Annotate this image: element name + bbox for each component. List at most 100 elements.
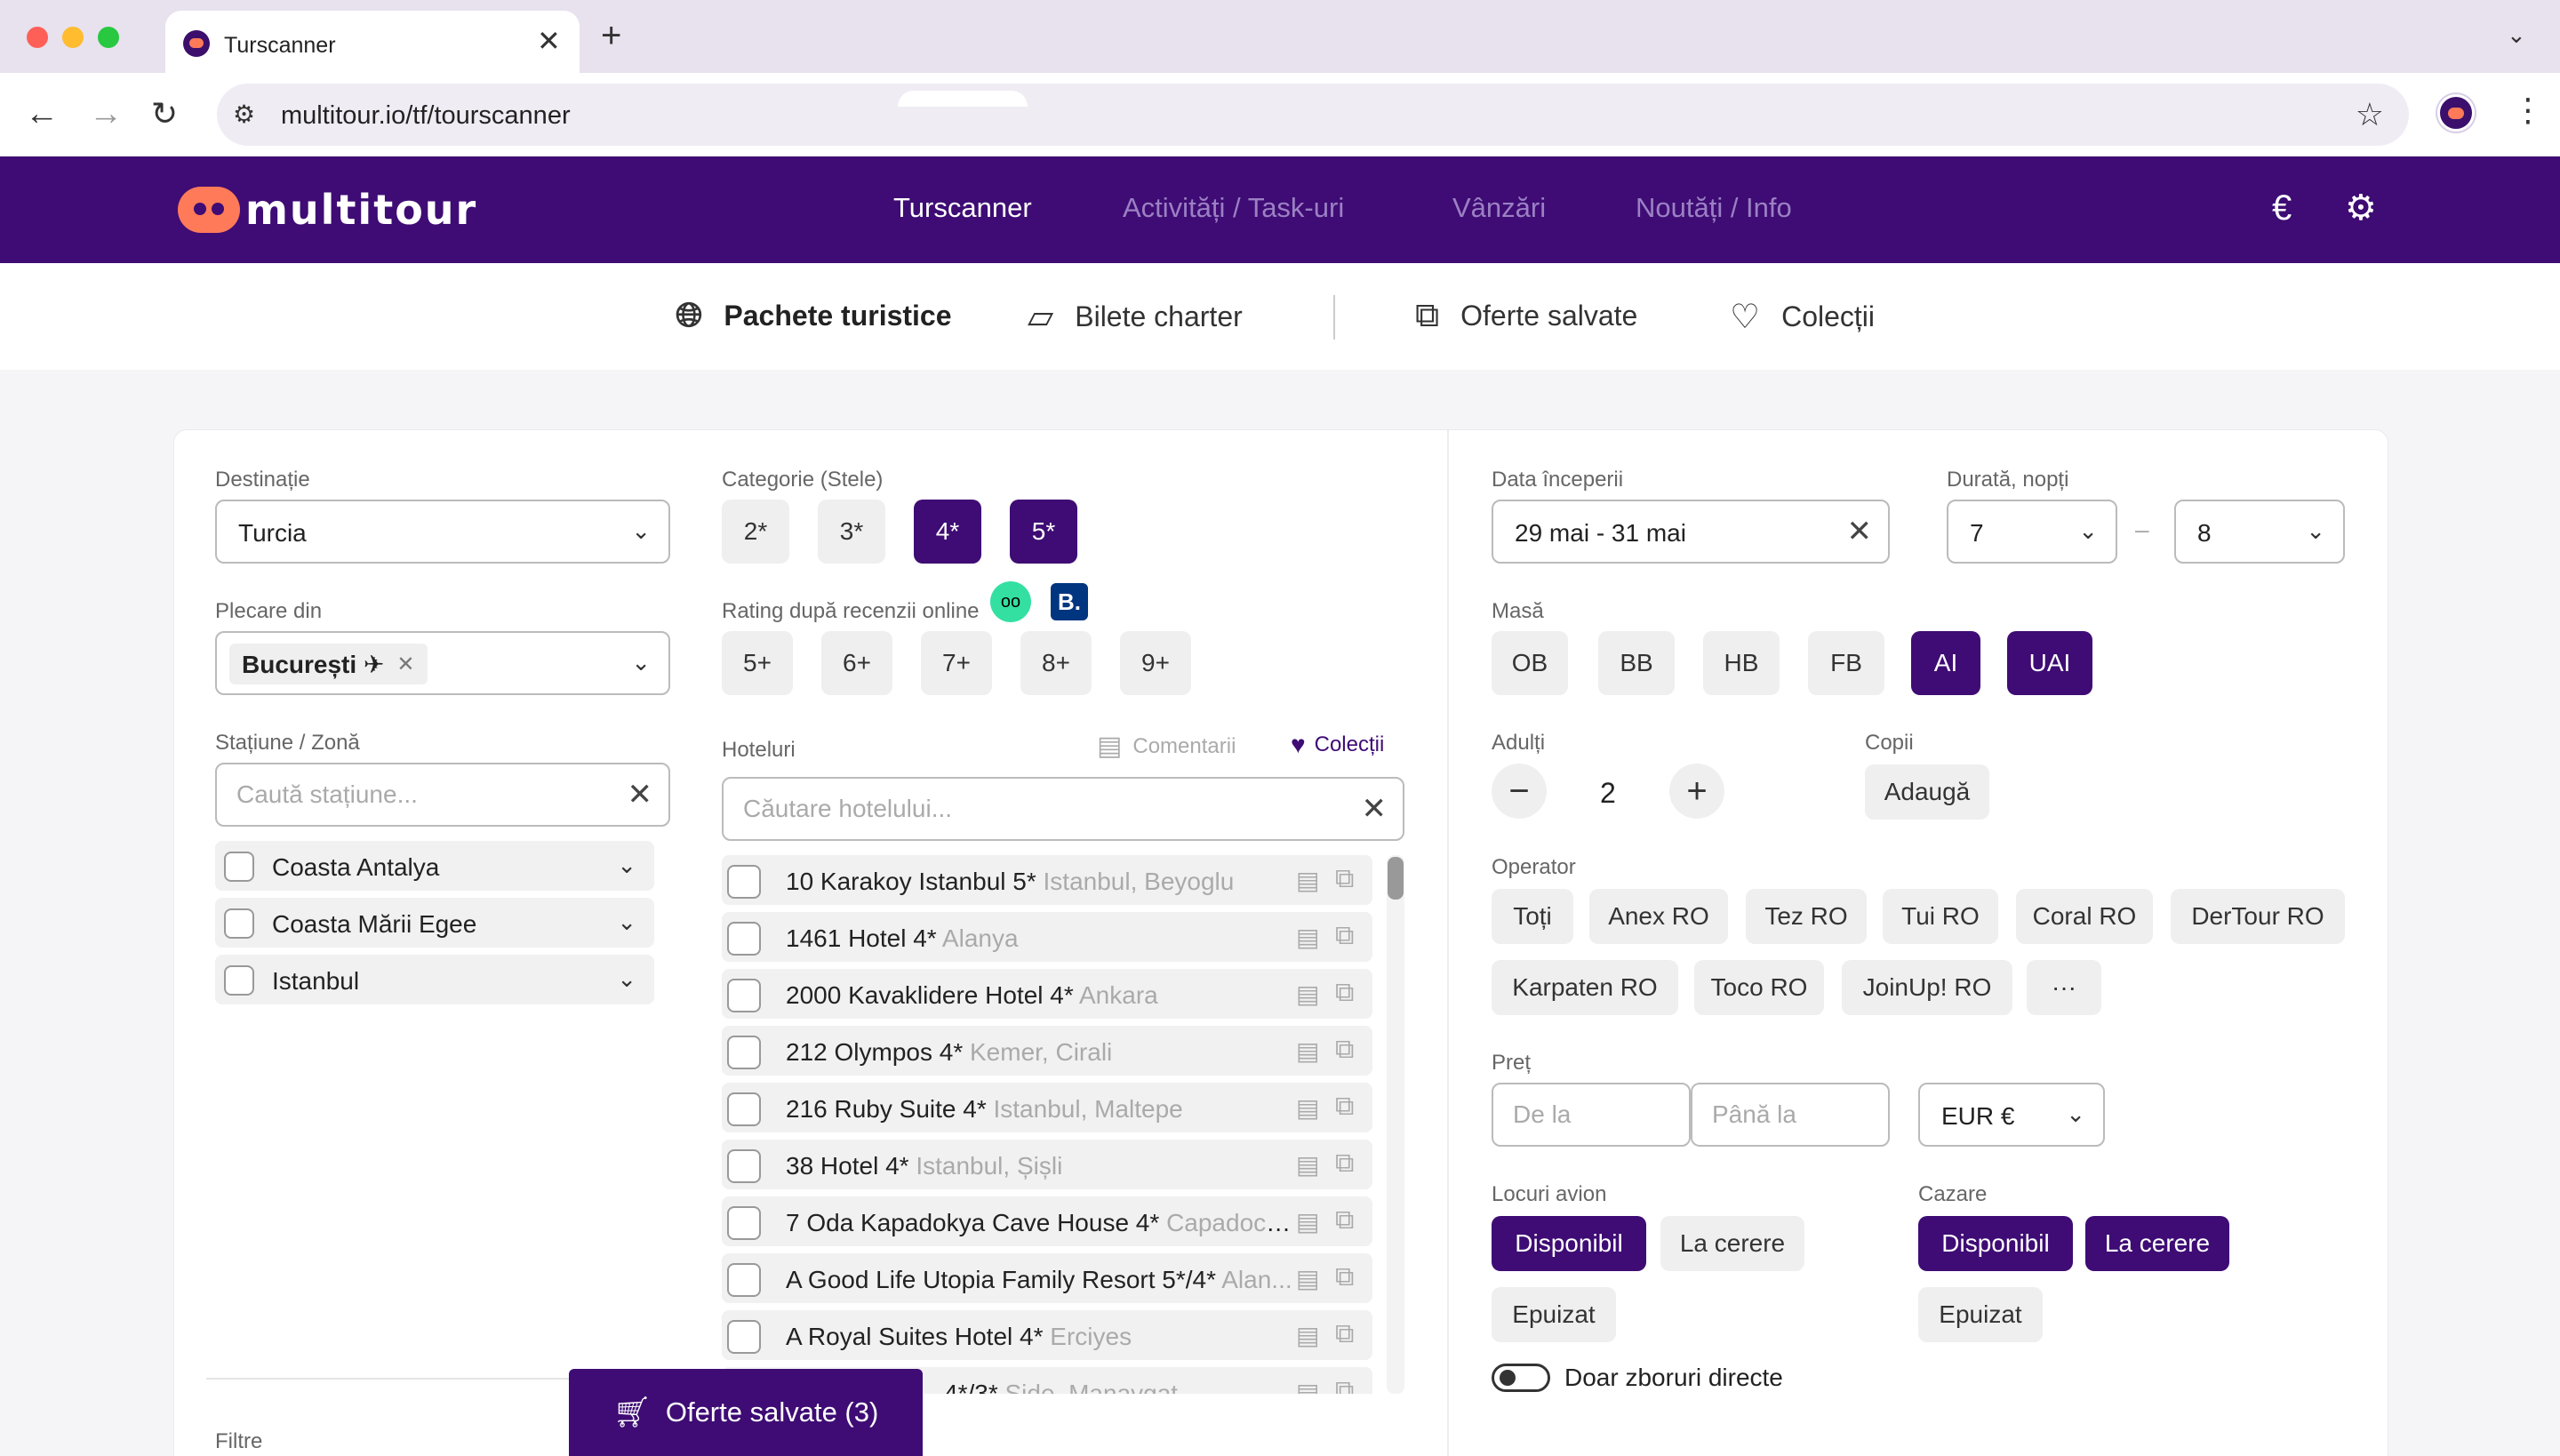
comment-icon[interactable]: ▤ xyxy=(1296,1150,1319,1180)
hotel-checkbox[interactable] xyxy=(727,1149,761,1183)
comment-icon[interactable]: ▤ xyxy=(1296,980,1319,1009)
operator-chip[interactable]: Tui RO xyxy=(1883,889,1998,944)
hotel-checkbox[interactable] xyxy=(727,922,761,956)
new-tab-icon[interactable]: + xyxy=(601,16,621,55)
meal-chip-hb[interactable]: HB xyxy=(1703,631,1780,695)
operator-chip[interactable]: Toco RO xyxy=(1694,960,1824,1015)
nav-activities[interactable]: Activități / Task-uri xyxy=(1123,192,1344,224)
zone-checkbox[interactable] xyxy=(224,965,254,996)
currency-select[interactable]: EUR € ⌄ xyxy=(1918,1083,2105,1147)
tab-charter[interactable]: ▱ Bilete charter xyxy=(1028,297,1243,337)
zone-search-field[interactable]: ✕ xyxy=(215,763,670,827)
hotel-row[interactable]: 38 Hotel 4* Istanbul, Șișli ▤ ⧉ xyxy=(722,1140,1372,1189)
departure-select[interactable]: București ✈ ✕ ⌄ xyxy=(215,631,670,695)
hotel-checkbox[interactable] xyxy=(727,1092,761,1126)
meal-chip-ai[interactable]: AI xyxy=(1911,631,1980,695)
price-from-field[interactable] xyxy=(1492,1083,1691,1147)
meal-chip-bb[interactable]: BB xyxy=(1598,631,1675,695)
rating-chip[interactable]: 6+ xyxy=(821,631,892,695)
browser-tab[interactable]: Turscanner ✕ xyxy=(165,11,580,73)
operator-chip[interactable]: JoinUp! RO xyxy=(1842,960,2012,1015)
hotel-row[interactable]: 7 Oda Kapadokya Cave House 4* Capadocia.… xyxy=(722,1196,1372,1246)
start-date-field[interactable]: 29 mai - 31 mai ✕ xyxy=(1492,500,1890,564)
nav-turscanner[interactable]: Turscanner xyxy=(893,192,1032,224)
destination-select[interactable]: Turcia ⌄ xyxy=(215,500,670,564)
nav-sales[interactable]: Vânzări xyxy=(1452,192,1546,224)
nav-news[interactable]: Noutăți / Info xyxy=(1636,192,1792,224)
hotel-checkbox[interactable] xyxy=(727,1320,761,1354)
minimize-window-icon[interactable] xyxy=(62,27,84,48)
hotel-checkbox[interactable] xyxy=(727,1036,761,1069)
hotel-row[interactable]: A Royal Suites Hotel 4* Erciyes ▤ ⧉ xyxy=(722,1310,1372,1360)
reload-icon[interactable]: ↻ xyxy=(151,92,178,135)
settings-gear-icon[interactable]: ⚙ xyxy=(2345,188,2377,228)
comments-toggle[interactable]: ▤ Comentarii xyxy=(1097,731,1236,762)
browser-menu-icon[interactable]: ⋮ xyxy=(2512,91,2544,130)
profile-avatar[interactable] xyxy=(2437,94,2475,132)
rating-chip[interactable]: 5+ xyxy=(722,631,793,695)
star-5-chip[interactable]: 5* xyxy=(1010,500,1077,564)
tripadvisor-icon[interactable]: oo xyxy=(990,581,1031,622)
logo[interactable]: multitour xyxy=(178,181,477,238)
comment-icon[interactable]: ▤ xyxy=(1296,1321,1319,1350)
operator-chip[interactable]: Coral RO xyxy=(2016,889,2153,944)
hotel-list-scrollbar[interactable] xyxy=(1387,855,1404,1394)
address-bar[interactable]: ⚙ multitour.io/tf/tourscanner ☆ xyxy=(217,84,2409,146)
back-icon[interactable]: ← xyxy=(25,92,59,135)
flight-on-request-chip[interactable]: La cerere xyxy=(1660,1216,1804,1271)
scrollbar-thumb[interactable] xyxy=(1388,857,1404,900)
direct-flights-toggle[interactable] xyxy=(1492,1364,1550,1392)
comment-icon[interactable]: ▤ xyxy=(1296,1036,1319,1066)
external-link-icon[interactable]: ⧉ xyxy=(1335,1035,1354,1065)
flight-sold-out-chip[interactable]: Epuizat xyxy=(1492,1287,1616,1342)
site-settings-icon[interactable]: ⚙ xyxy=(233,100,255,129)
tab-collections[interactable]: ♡ Colecții xyxy=(1730,297,1875,337)
rating-chip[interactable]: 7+ xyxy=(921,631,992,695)
rating-chip[interactable]: 9+ xyxy=(1120,631,1191,695)
hotel-row[interactable]: A Good Life Utopia Family Resort 5*/4* A… xyxy=(722,1253,1372,1303)
external-link-icon[interactable]: ⧉ xyxy=(1335,1092,1354,1122)
add-child-button[interactable]: Adaugă xyxy=(1865,764,1989,820)
bookmark-star-icon[interactable]: ☆ xyxy=(2356,96,2384,133)
increase-adults-button[interactable]: + xyxy=(1669,764,1724,819)
zone-item[interactable]: Coasta Mării Egee ⌄ xyxy=(215,898,654,948)
decrease-adults-button[interactable]: − xyxy=(1492,764,1547,819)
meal-chip-uai[interactable]: UAI xyxy=(2007,631,2092,695)
zone-search-input[interactable] xyxy=(236,780,598,809)
operator-chip[interactable]: Anex RO xyxy=(1589,889,1728,944)
chevron-down-icon[interactable]: ⌄ xyxy=(617,852,636,879)
zone-checkbox[interactable] xyxy=(224,852,254,882)
maximize-window-icon[interactable] xyxy=(98,27,119,48)
hotel-row[interactable]: 212 Olympos 4* Kemer, Cirali ▤ ⧉ xyxy=(722,1026,1372,1076)
rating-chip[interactable]: 8+ xyxy=(1020,631,1092,695)
chevron-down-icon[interactable]: ⌄ xyxy=(617,908,636,936)
close-window-icon[interactable] xyxy=(27,27,48,48)
hotel-row[interactable]: 1461 Hotel 4* Alanya ▤ ⧉ xyxy=(722,912,1372,962)
stay-on-request-chip[interactable]: La cerere xyxy=(2085,1216,2229,1271)
hotel-row[interactable]: 10 Karakoy Istanbul 5* Istanbul, Beyoglu… xyxy=(722,855,1372,905)
flight-available-chip[interactable]: Disponibil xyxy=(1492,1216,1646,1271)
external-link-icon[interactable]: ⧉ xyxy=(1335,921,1354,951)
external-link-icon[interactable]: ⧉ xyxy=(1335,1262,1354,1292)
currency-euro-icon[interactable]: € xyxy=(2272,188,2292,228)
star-2-chip[interactable]: 2* xyxy=(722,500,789,564)
price-to-input[interactable] xyxy=(1712,1100,1868,1129)
operator-chip[interactable]: Tez RO xyxy=(1746,889,1867,944)
comment-icon[interactable]: ▤ xyxy=(1296,1264,1319,1293)
tab-search-chevron-icon[interactable]: ⌄ xyxy=(2507,21,2526,49)
external-link-icon[interactable]: ⧉ xyxy=(1335,1376,1354,1394)
remove-tag-icon[interactable]: ✕ xyxy=(396,652,414,677)
operator-chip-all[interactable]: Toți xyxy=(1492,889,1573,944)
comment-icon[interactable]: ▤ xyxy=(1296,923,1319,952)
tab-close-icon[interactable]: ✕ xyxy=(537,27,561,55)
meal-chip-fb[interactable]: FB xyxy=(1808,631,1884,695)
booking-icon[interactable]: B. xyxy=(1051,583,1088,620)
meal-chip-ob[interactable]: OB xyxy=(1492,631,1568,695)
operator-chip[interactable]: Karpaten RO xyxy=(1492,960,1678,1015)
external-link-icon[interactable]: ⧉ xyxy=(1335,1148,1354,1179)
hotel-row[interactable]: 2000 Kavaklidere Hotel 4* Ankara ▤ ⧉ xyxy=(722,969,1372,1019)
hotel-checkbox[interactable] xyxy=(727,1263,761,1297)
duration-from-select[interactable]: 7 ⌄ xyxy=(1947,500,2117,564)
clear-icon[interactable]: ✕ xyxy=(1362,793,1388,825)
forward-icon[interactable]: → xyxy=(89,92,123,135)
